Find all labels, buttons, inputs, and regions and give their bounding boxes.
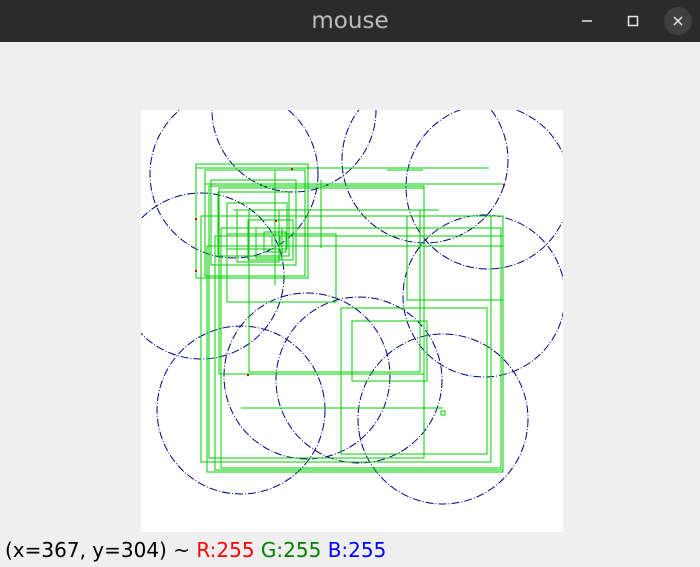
drawn-circle	[405, 104, 571, 270]
drawn-dot	[291, 168, 293, 170]
drawn-dot	[503, 184, 505, 186]
drawn-dot	[247, 374, 249, 376]
drawn-dot	[275, 220, 277, 222]
minimize-button[interactable]	[573, 7, 601, 35]
drawn-rect	[206, 245, 504, 473]
drawing-canvas[interactable]	[117, 27, 571, 532]
blue-value: B:255	[327, 538, 387, 562]
drawn-rect	[406, 215, 504, 301]
drawing-svg	[117, 27, 571, 505]
maximize-icon	[627, 15, 639, 27]
minimize-icon	[582, 20, 592, 22]
title-bar[interactable]: mouse	[0, 0, 700, 42]
close-button[interactable]	[664, 7, 692, 35]
drawn-circle	[341, 76, 509, 244]
drawn-rect	[440, 410, 446, 416]
drawn-rect	[208, 185, 425, 459]
cursor-coords: (x=367, y=304) ~	[5, 538, 190, 562]
drawn-rect	[200, 215, 492, 463]
drawn-dot	[195, 218, 197, 220]
red-value: R:255	[196, 538, 255, 562]
close-icon	[673, 16, 683, 26]
maximize-button[interactable]	[619, 7, 647, 35]
status-bar: (x=367, y=304) ~ R:255 G:255 B:255	[5, 538, 386, 562]
green-value: G:255	[260, 538, 322, 562]
drawn-rect	[195, 163, 309, 279]
drawn-circle	[156, 325, 326, 495]
drawn-circle	[275, 296, 443, 464]
drawn-dot	[195, 270, 197, 272]
